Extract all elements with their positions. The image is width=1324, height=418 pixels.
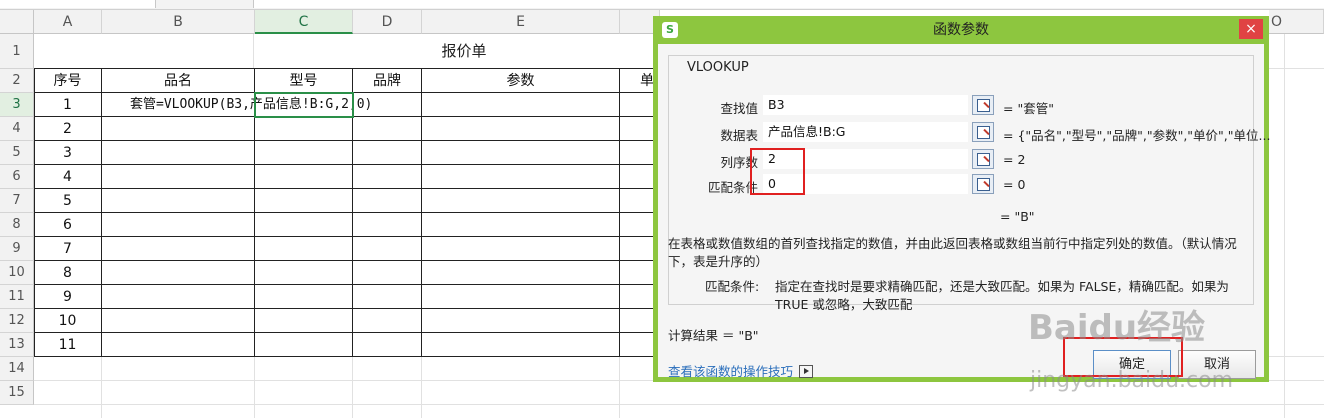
grid-line — [1284, 34, 1285, 418]
close-icon[interactable]: × — [1239, 19, 1263, 39]
serial-cell[interactable]: 10 — [34, 309, 102, 333]
row-header-6[interactable]: 6 — [0, 165, 34, 189]
grid-line — [421, 356, 422, 418]
grid-line — [101, 356, 102, 418]
baidu-watermark: Baidu经验 — [1028, 308, 1206, 348]
grid-line — [352, 356, 353, 418]
column-header-b[interactable]: B — [102, 10, 255, 34]
serial-cell[interactable]: 3 — [34, 141, 102, 165]
param-name-label: 匹配条件: — [705, 279, 760, 294]
column-header-d[interactable]: D — [353, 10, 422, 34]
serial-cell[interactable]: 6 — [34, 213, 102, 237]
row-border — [102, 188, 654, 189]
grid-line — [34, 404, 1324, 405]
formula-bar-strip — [0, 0, 1324, 10]
cell-b3-formula-text: =VLOOKUP(B3,产品信息!B:G,2,0) — [156, 97, 373, 112]
row-border — [102, 140, 654, 141]
help-link-text: 查看该函数的操作技巧 — [668, 364, 794, 379]
serial-cell[interactable]: 4 — [34, 165, 102, 189]
arg-result-range-lookup: = 0 — [1003, 177, 1026, 192]
serial-cell[interactable]: 5 — [34, 189, 102, 213]
range-select-button[interactable] — [972, 149, 994, 169]
range-select-button[interactable] — [972, 95, 994, 115]
row-border — [102, 308, 654, 309]
row-header-7[interactable]: 7 — [0, 189, 34, 213]
serial-cell[interactable]: 11 — [34, 333, 102, 357]
select-all-corner[interactable] — [0, 10, 34, 34]
row-border — [102, 164, 654, 165]
cell-b3-prefix: 套管 — [130, 97, 157, 112]
arg-result-table-array: = {"品名","型号","品牌","参数","单价","单位... — [1003, 128, 1271, 143]
range-select-icon — [977, 178, 990, 191]
row-border — [102, 356, 654, 357]
header-cell-serial[interactable]: 序号 — [34, 69, 102, 93]
serial-cell[interactable]: 7 — [34, 237, 102, 261]
dialog-title: 函数参数 — [933, 22, 989, 38]
watermark-url: jingyan.baidu.com — [1030, 368, 1234, 393]
row-header-15[interactable]: 15 — [0, 381, 34, 405]
serial-cell[interactable]: 8 — [34, 261, 102, 285]
row-header-9[interactable]: 9 — [0, 237, 34, 261]
arg-result-col-index: = 2 — [1003, 152, 1026, 167]
col-index-input[interactable]: 2 — [763, 149, 968, 169]
column-d-cells[interactable] — [353, 93, 422, 357]
row-border — [102, 284, 654, 285]
column-e-cells[interactable] — [422, 93, 620, 357]
header-cell-model[interactable]: 型号 — [255, 69, 353, 93]
serial-cell[interactable]: 2 — [34, 117, 102, 141]
row-border — [102, 212, 654, 213]
column-header-c[interactable]: C — [255, 10, 353, 34]
grid-line — [254, 356, 255, 418]
range-select-icon — [977, 153, 990, 166]
formula-bar[interactable] — [253, 0, 1324, 8]
row-header-12[interactable]: 12 — [0, 309, 34, 333]
table-array-input[interactable]: 产品信息!B:G — [763, 122, 968, 142]
row-header-3[interactable]: 3 — [0, 93, 34, 117]
header-cell-params[interactable]: 参数 — [422, 69, 620, 93]
calculation-result: 计算结果 ＝ "B" — [668, 328, 759, 343]
column-header-e[interactable]: E — [422, 10, 620, 34]
row-header-13[interactable]: 13 — [0, 333, 34, 357]
cell-b3-formula[interactable]: 套管=VLOOKUP(B3,产品信息!B:G,2,0) — [68, 93, 478, 116]
range-select-icon — [977, 99, 990, 112]
range-lookup-input[interactable]: 0 — [763, 174, 968, 194]
row-header-10[interactable]: 10 — [0, 261, 34, 285]
column-b-cells[interactable] — [102, 93, 255, 357]
row-header-11[interactable]: 11 — [0, 285, 34, 309]
arg-label-col-index: 列序数 — [720, 155, 758, 170]
row-header-1[interactable]: 1 — [0, 34, 34, 69]
row-header-8[interactable]: 8 — [0, 213, 34, 237]
row-header-4[interactable]: 4 — [0, 117, 34, 141]
function-name: VLOOKUP — [683, 60, 753, 75]
lookup-value-input[interactable]: B3 — [763, 95, 968, 115]
range-select-icon — [977, 126, 990, 139]
row-header-2[interactable]: 2 — [0, 69, 34, 93]
column-header-o[interactable]: O — [1269, 10, 1324, 34]
row-border — [102, 260, 654, 261]
row-border — [102, 332, 654, 333]
video-tutorial-icon — [799, 365, 814, 378]
serial-cell[interactable]: 9 — [34, 285, 102, 309]
column-header-a[interactable]: A — [34, 10, 102, 34]
help-link[interactable]: 查看该函数的操作技巧 — [668, 361, 814, 380]
arg-label-table-array: 数据表 — [720, 128, 758, 143]
header-cell-name[interactable]: 品名 — [102, 69, 255, 93]
range-select-button[interactable] — [972, 174, 994, 194]
row-border — [102, 116, 654, 117]
function-description: 在表格或数值数组的首列查找指定的数值，并由此返回表格或数组当前行中指定列处的数值… — [668, 236, 1237, 269]
range-select-button[interactable] — [972, 122, 994, 142]
header-cell-brand[interactable]: 品牌 — [353, 69, 422, 93]
row-header-14[interactable]: 14 — [0, 357, 34, 381]
arg-result-lookup-value: = "套管" — [1003, 101, 1054, 116]
column-c-cells[interactable] — [255, 93, 353, 357]
row-border — [102, 236, 654, 237]
name-box[interactable] — [0, 0, 156, 8]
arg-label-range-lookup: 匹配条件 — [707, 180, 758, 195]
grid-line — [619, 356, 620, 418]
formula-result-preview: = "B" — [1000, 209, 1035, 224]
row-header-5[interactable]: 5 — [0, 141, 34, 165]
arg-label-lookup-value: 查找值 — [720, 101, 758, 116]
